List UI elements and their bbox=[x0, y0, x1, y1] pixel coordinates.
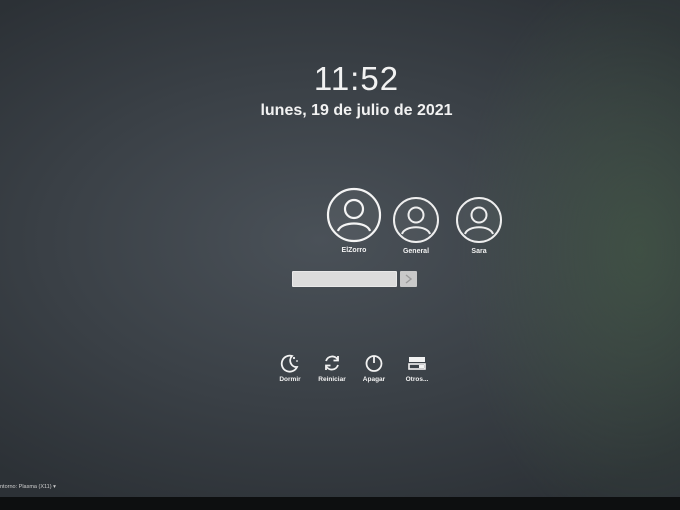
power-icon bbox=[365, 355, 383, 372]
sleep-label: Dormir bbox=[279, 376, 301, 383]
user-name: Sara bbox=[471, 248, 487, 255]
shutdown-label: Apagar bbox=[362, 376, 386, 383]
clock-date: lunes, 19 de julio de 2021 bbox=[260, 102, 453, 119]
password-row bbox=[292, 271, 418, 289]
clock-time: 11:52 bbox=[313, 60, 400, 97]
user-name: General bbox=[402, 248, 430, 255]
user-general[interactable]: General bbox=[391, 196, 441, 255]
arrow-right-icon bbox=[405, 274, 413, 284]
password-input[interactable] bbox=[292, 271, 397, 287]
shutdown-button[interactable]: Apagar bbox=[354, 353, 394, 383]
user-elzorro[interactable]: ElZorro bbox=[324, 187, 384, 254]
restart-label: Reiniciar bbox=[318, 376, 346, 383]
restart-icon bbox=[325, 355, 339, 371]
other-label: Otros... bbox=[405, 376, 429, 383]
login-button[interactable] bbox=[400, 271, 417, 287]
monitor-bezel bbox=[0, 497, 680, 510]
restart-button[interactable]: Reiniciar bbox=[312, 353, 352, 383]
sleep-button[interactable]: Dormir bbox=[270, 353, 310, 383]
other-button[interactable]: Otros... bbox=[397, 353, 437, 383]
user-avatar-icon bbox=[326, 187, 382, 243]
user-avatar-icon bbox=[456, 197, 502, 243]
user-avatar-icon bbox=[393, 197, 439, 243]
user-name: ElZorro bbox=[341, 247, 367, 254]
moon-icon bbox=[280, 354, 299, 373]
user-sara[interactable]: Sara bbox=[454, 196, 504, 255]
session-selector[interactable]: ntorno: Plasma (X11) ▾ bbox=[0, 484, 56, 490]
other-icon bbox=[408, 357, 426, 370]
